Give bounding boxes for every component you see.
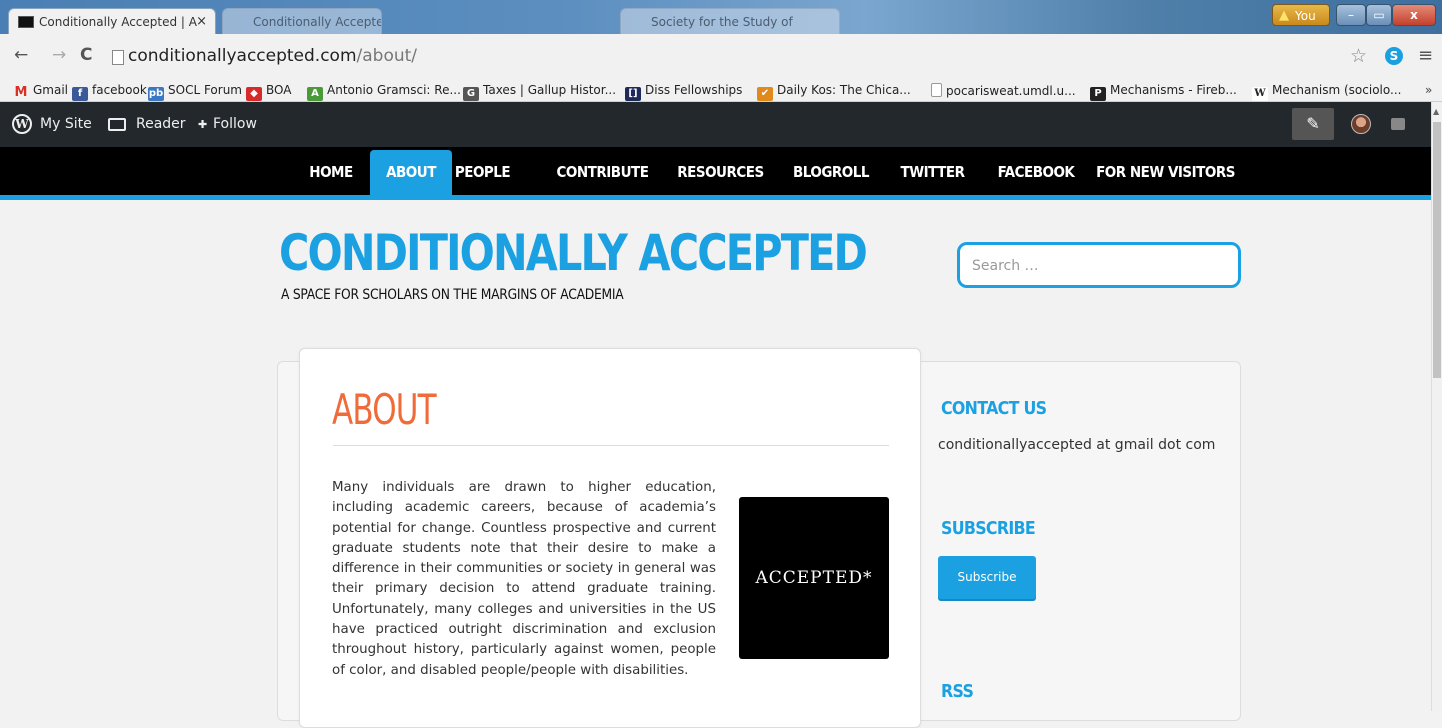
site-favicon: [18, 16, 34, 28]
bookmark-label: Taxes | Gallup Histor...: [483, 83, 617, 97]
browser-tab-inactive[interactable]: Conditionally Accepted: [222, 8, 382, 34]
gmail-icon: M: [14, 85, 28, 100]
write-post-icon[interactable]: ✎: [1292, 108, 1334, 140]
close-window-button[interactable]: x: [1392, 4, 1436, 26]
nav-item-facebook[interactable]: FACEBOOK: [987, 150, 1085, 195]
bookmark-1[interactable]: f facebook: [72, 83, 147, 101]
chrome-menu-icon[interactable]: ≡: [1418, 45, 1433, 66]
bookmark-7[interactable]: ✔ Daily Kos: The Chica...: [757, 83, 911, 101]
reader-link[interactable]: Reader: [136, 116, 186, 132]
nav-item-blogroll[interactable]: BLOGROLL: [785, 150, 877, 195]
bookmark-5[interactable]: G Taxes | Gallup Histor...: [463, 83, 616, 101]
accepted-logo-image: ACCEPTED*: [739, 497, 889, 659]
skype-icon[interactable]: S: [1385, 47, 1403, 65]
page-title: ABOUT: [332, 385, 437, 434]
scrollbar-thumb[interactable]: [1433, 122, 1441, 378]
nav-item-home[interactable]: HOME: [302, 150, 360, 195]
profile-button[interactable]: ▲ You: [1272, 4, 1330, 26]
contact-email-text: conditionallyaccepted at gmail dot com: [938, 437, 1216, 453]
url-host: conditionallyaccepted.com: [128, 46, 357, 66]
site-title[interactable]: CONDITIONALLY ACCEPTED: [279, 224, 868, 282]
url-path: /about/: [356, 46, 418, 66]
page-icon: [931, 83, 942, 97]
nav-item-resources[interactable]: RESOURCES: [669, 150, 772, 195]
nav-item-twitter[interactable]: TWITTER: [891, 150, 974, 195]
nav-item-contribute[interactable]: CONTRIBUTE: [549, 150, 656, 195]
nav-item-for-new-visitors[interactable]: FOR NEW VISITORS: [1094, 150, 1237, 195]
nav-item-people[interactable]: PEOPLE: [440, 150, 525, 195]
bookmark-4[interactable]: A Antonio Gramsci: Re...: [307, 83, 461, 101]
warning-icon: ▲: [1279, 8, 1289, 23]
url-text[interactable]: conditionallyaccepted.com/about/: [128, 46, 417, 66]
post-body-text: Many individuals are drawn to higher edu…: [332, 480, 716, 678]
bookmark-label: Gmail: [33, 83, 69, 97]
gallup-icon: G: [463, 87, 479, 101]
profile-label: You: [1295, 9, 1316, 23]
subscribe-heading: SUBSCRIBE: [941, 518, 1036, 539]
reload-icon[interactable]: C: [80, 45, 92, 65]
minimize-button[interactable]: –: [1336, 4, 1366, 26]
bookmark-star-icon[interactable]: ☆: [1350, 45, 1367, 67]
bookmark-label: SOCL Forum: [168, 83, 242, 97]
browser-tab-active[interactable]: Conditionally Accepted | A ×: [8, 8, 216, 34]
site-tagline: A SPACE FOR SCHOLARS ON THE MARGINS OF A…: [281, 287, 624, 303]
bookmark-0[interactable]: M Gmail: [13, 83, 68, 100]
tab-title: Conditionally Accepted | A: [39, 15, 197, 29]
wordpress-icon[interactable]: W: [12, 114, 32, 134]
scroll-up-icon[interactable]: ▲: [1433, 107, 1439, 116]
follow-plus-icon: ✚: [198, 118, 208, 131]
page-icon: [112, 50, 124, 65]
boa-icon: ◆: [246, 87, 262, 101]
notifications-icon[interactable]: [1391, 118, 1405, 130]
bookmark-2[interactable]: pb SOCL Forum: [148, 83, 242, 101]
bookmark-label: BOA: [266, 83, 292, 97]
search-input[interactable]: Search …: [957, 242, 1241, 288]
bookmark-10[interactable]: W Mechanism (sociolo...: [1252, 83, 1401, 101]
maximize-button[interactable]: ▭: [1366, 4, 1392, 26]
bookmark-3[interactable]: ◆ BOA: [246, 83, 291, 101]
title-divider: [333, 445, 889, 446]
bookmark-6[interactable]: [] Diss Fellowships: [625, 83, 742, 101]
bookmarks-overflow-icon[interactable]: »: [1425, 83, 1432, 97]
avatar[interactable]: [1351, 114, 1371, 134]
subscribe-button[interactable]: Subscribe: [938, 556, 1036, 599]
bookmark-label: Mechanism (sociolo...: [1272, 83, 1402, 97]
facebook-icon: f: [72, 87, 88, 101]
bookmark-label: pocarisweat.umdl.u...: [946, 84, 1076, 98]
forward-arrow-icon[interactable]: →: [52, 45, 66, 65]
bookmark-label: Diss Fellowships: [645, 83, 743, 97]
rss-heading: RSS: [941, 681, 974, 702]
follow-link[interactable]: Follow: [213, 116, 257, 132]
bookmark-8[interactable]: pocarisweat.umdl.u...: [931, 83, 1076, 98]
tab-title: Society for the Study of: [651, 15, 793, 29]
back-arrow-icon[interactable]: ←: [14, 45, 28, 65]
reader-icon: [108, 118, 126, 131]
bookmark-label: Mechanisms - Fireb...: [1110, 83, 1237, 97]
browser-tab-inactive[interactable]: Society for the Study of: [620, 8, 840, 34]
close-tab-icon[interactable]: ×: [196, 14, 207, 29]
gramsci-icon: A: [307, 87, 323, 101]
contact-us-heading: CONTACT US: [941, 398, 1047, 419]
dailykos-icon: ✔: [757, 87, 773, 101]
bookmark-label: facebook: [92, 83, 147, 97]
fellowships-icon: []: [625, 87, 641, 101]
wikipedia-icon: W: [1252, 87, 1268, 101]
mechanisms-icon: P: [1090, 87, 1106, 101]
bookmark-label: Daily Kos: The Chica...: [777, 83, 911, 97]
my-site-link[interactable]: My Site: [40, 116, 92, 132]
bookmark-label: Antonio Gramsci: Re...: [327, 83, 461, 97]
bookmark-9[interactable]: P Mechanisms - Fireb...: [1090, 83, 1237, 101]
tab-title: Conditionally Accepted: [253, 15, 382, 29]
socl-icon: pb: [148, 87, 164, 101]
